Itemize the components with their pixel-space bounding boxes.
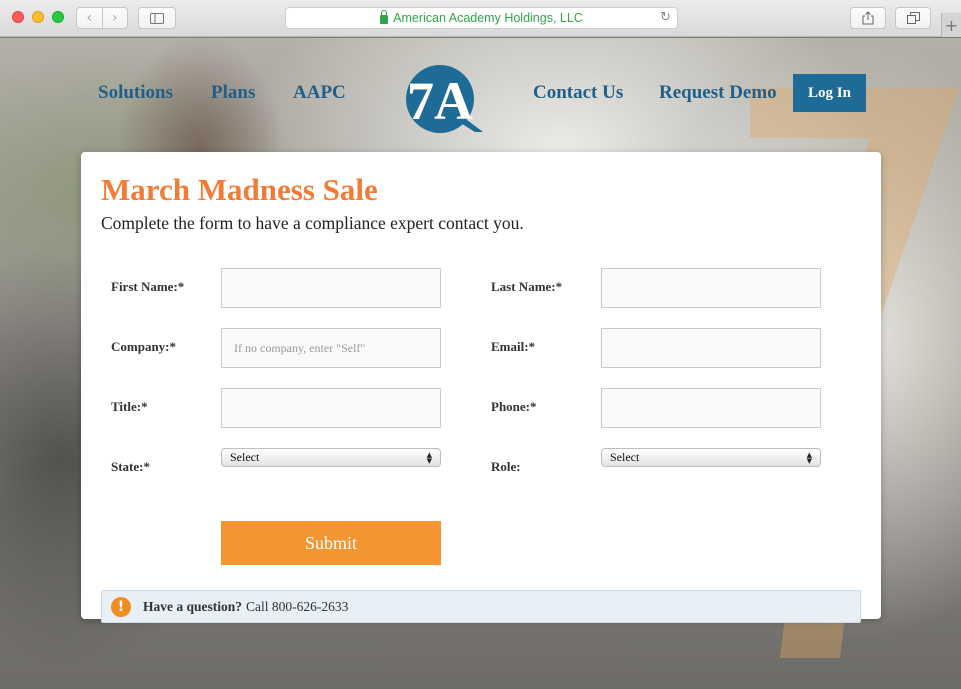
lock-icon	[380, 9, 389, 24]
share-button[interactable]	[850, 7, 886, 29]
notice-heading: Have a question?	[143, 598, 243, 614]
tabs-button[interactable]	[895, 7, 931, 29]
page-background: Solutions Plans AAPC Contact Us Request …	[0, 38, 961, 689]
minimize-window-button[interactable]	[32, 11, 44, 23]
question-notice: ! Have a question? Call 800-626-2633	[101, 590, 861, 623]
role-select[interactable]: Select ▲ ▼	[601, 448, 821, 467]
title-label: Title:*	[111, 399, 148, 414]
notice-phone[interactable]: Call 800-626-2633	[246, 599, 348, 615]
phone-label: Phone:*	[491, 399, 537, 414]
page-title: March Madness Sale	[101, 172, 378, 207]
phone-field[interactable]	[601, 388, 821, 428]
select-arrows-icon: ▲ ▼	[806, 450, 812, 465]
nav-item-contact-us[interactable]: Contact Us	[533, 82, 623, 104]
submit-button[interactable]: Submit	[221, 521, 441, 565]
history-buttons: ‹ ›	[76, 7, 128, 29]
state-label: State:*	[111, 459, 150, 474]
email-label: Email:*	[491, 339, 536, 354]
role-select-value: Select	[610, 450, 640, 464]
role-label: Role:	[491, 459, 521, 474]
first-name-field[interactable]	[221, 268, 441, 308]
form-card: March Madness Sale Complete the form to …	[81, 152, 881, 623]
first-name-label: First Name:*	[111, 279, 185, 294]
last-name-field[interactable]	[601, 268, 821, 308]
close-window-button[interactable]	[12, 11, 24, 23]
zoom-window-button[interactable]	[52, 11, 64, 23]
state-select-value: Select	[230, 450, 260, 464]
share-icon	[862, 11, 874, 25]
nav-item-solutions[interactable]: Solutions	[98, 82, 173, 104]
form-subtitle: Complete the form to have a compliance e…	[101, 213, 524, 233]
login-button[interactable]: Log In	[793, 74, 866, 112]
state-select[interactable]: Select ▲ ▼	[221, 448, 441, 467]
tabs-icon	[906, 12, 920, 24]
sidebar-button[interactable]	[138, 7, 176, 29]
company-field[interactable]	[221, 328, 441, 368]
plus-icon[interactable]: +	[941, 13, 961, 37]
email-field[interactable]	[601, 328, 821, 368]
select-arrows-icon: ▲ ▼	[426, 450, 432, 465]
browser-toolbar: ‹ › American Academy Holdings, LLC ↻ +	[0, 0, 961, 37]
last-name-label: Last Name:*	[491, 279, 563, 294]
address-bar[interactable]: American Academy Holdings, LLC ↻	[285, 7, 678, 29]
logo[interactable]: 7A	[397, 64, 487, 134]
sidebar-icon	[150, 12, 164, 24]
nav-item-plans[interactable]: Plans	[211, 82, 255, 104]
chevron-left-icon[interactable]: ‹	[77, 8, 103, 28]
reload-icon[interactable]: ↻	[660, 10, 671, 25]
title-field[interactable]	[221, 388, 441, 428]
nav-item-aapc[interactable]: AAPC	[293, 82, 346, 104]
company-label: Company:*	[111, 339, 177, 354]
exclamation-icon: !	[111, 596, 131, 617]
nav-item-request-demo[interactable]: Request Demo	[659, 82, 777, 104]
address-text: American Academy Holdings, LLC	[393, 11, 583, 25]
chevron-right-icon[interactable]: ›	[103, 8, 128, 28]
